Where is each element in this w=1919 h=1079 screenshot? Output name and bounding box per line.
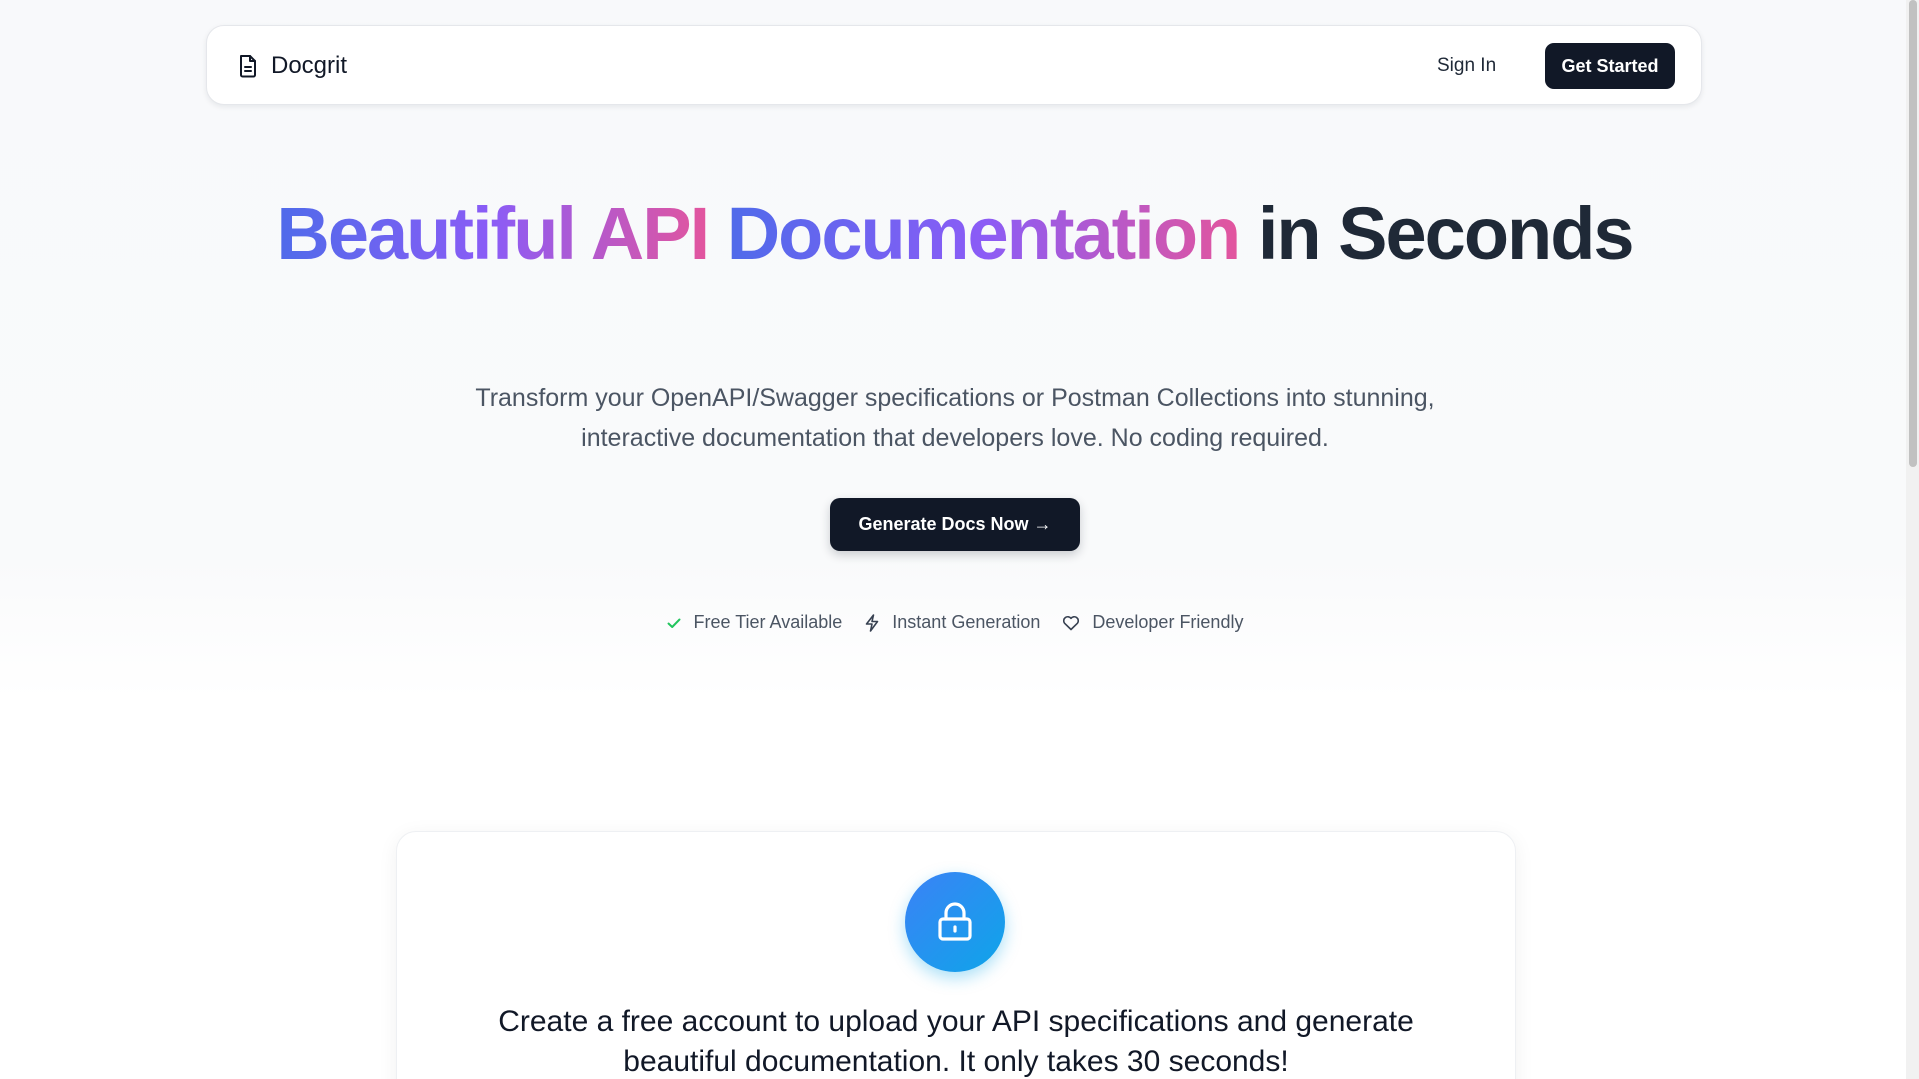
hero-title-gradient-2: Documentation: [726, 192, 1242, 275]
hero-subtitle: Transform your OpenAPI/Swagger specifica…: [475, 384, 1435, 452]
signup-card-text: Create a free account to upload your API…: [498, 1005, 1414, 1078]
hero-title-gradient-1: Beautiful API: [276, 192, 710, 275]
check-icon: [666, 615, 682, 631]
feature-label: Developer Friendly: [1092, 612, 1244, 632]
feature-label: Instant Generation: [892, 612, 1041, 632]
heart-icon: [1062, 615, 1080, 631]
landing-page: Docgrit Sign In Get Started Beautiful AP…: [0, 0, 1919, 1079]
lightning-icon: [864, 613, 880, 632]
hero-title-plain: in Seconds: [1257, 192, 1635, 275]
feature-list: Free Tier Available Instant Generation D…: [0, 612, 1909, 633]
brand-logo-link[interactable]: Docgrit: [237, 26, 347, 106]
top-navbar: Docgrit Sign In Get Started: [206, 25, 1702, 105]
sign-in-link[interactable]: Sign In: [1437, 26, 1496, 106]
page-scrollbar[interactable]: [1906, 0, 1919, 1079]
lock-icon: [905, 872, 1005, 972]
scrollbar-thumb[interactable]: [1909, 0, 1917, 467]
brand-name: Docgrit: [271, 52, 348, 79]
document-icon: [237, 54, 259, 78]
feature-label: Free Tier Available: [693, 612, 843, 632]
feature-item-instant-generation: Instant Generation: [864, 612, 1040, 633]
signup-card: Create a free account to upload your API…: [396, 831, 1516, 1079]
feature-item-developer-friendly: Developer Friendly: [1062, 612, 1243, 633]
generate-docs-button[interactable]: Generate Docs Now →: [830, 498, 1080, 551]
hero-title: Beautiful API Documentation in Seconds: [0, 196, 1909, 272]
get-started-button[interactable]: Get Started: [1545, 43, 1675, 89]
feature-item-free-tier: Free Tier Available: [666, 612, 843, 633]
